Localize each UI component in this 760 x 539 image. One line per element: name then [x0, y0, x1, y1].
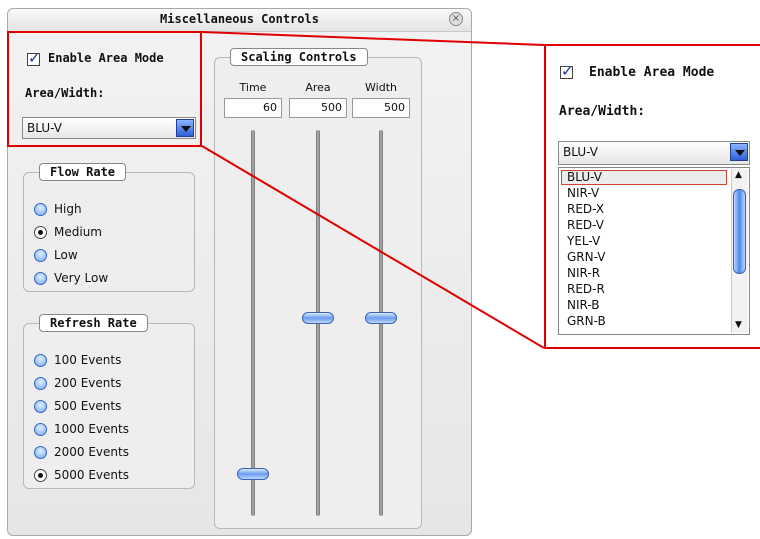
- connector-lines: [201, 31, 545, 349]
- connector-line: [201, 31, 545, 46]
- connector-line: [201, 145, 545, 349]
